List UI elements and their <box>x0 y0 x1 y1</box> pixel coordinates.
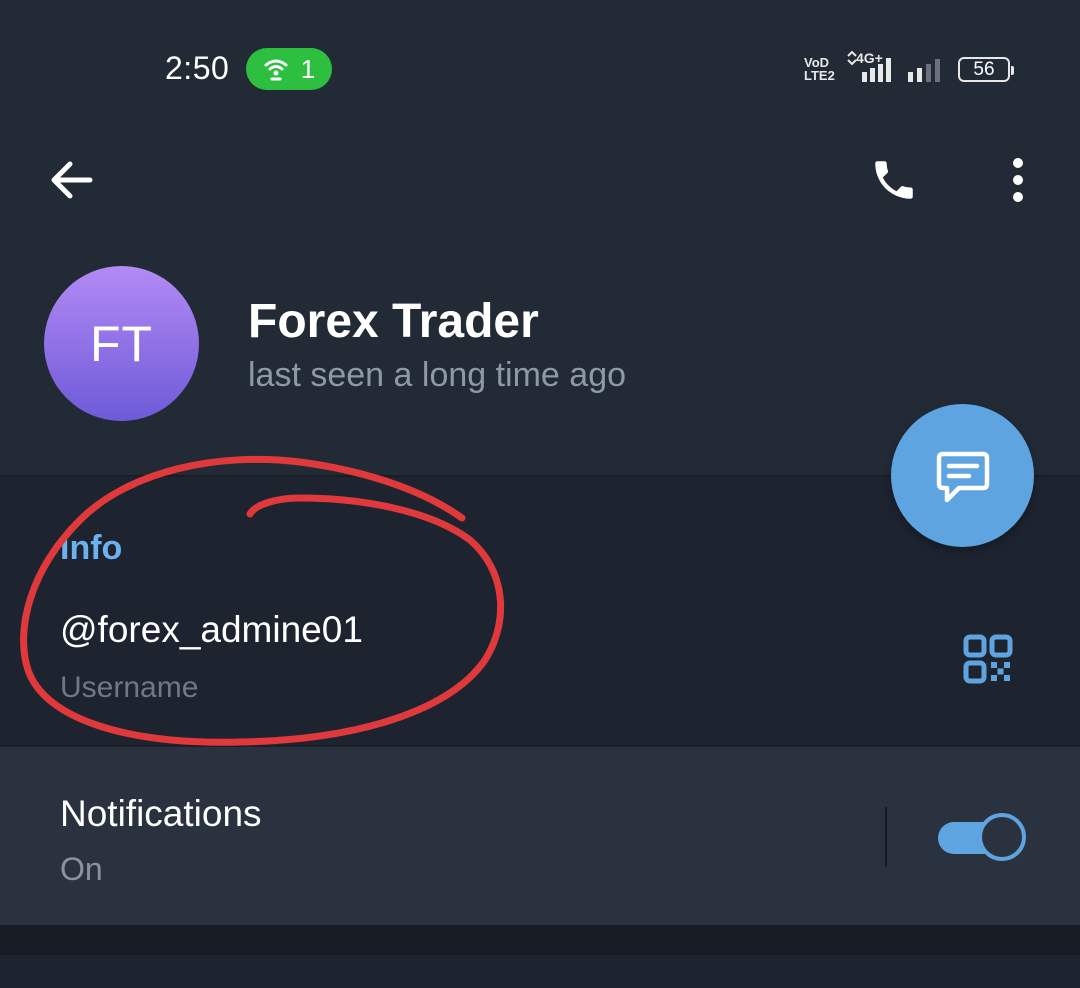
call-button[interactable] <box>866 152 922 208</box>
notifications-state: On <box>60 851 103 887</box>
last-seen-status: last seen a long time ago <box>248 356 627 394</box>
avatar[interactable]: FT <box>44 266 199 421</box>
section-title-info: Info <box>60 529 123 567</box>
profile-name: Forex Trader <box>248 295 539 348</box>
notifications-title: Notifications <box>60 793 262 834</box>
arrow-left-icon <box>51 161 93 199</box>
battery-indicator: 56 <box>958 57 1014 82</box>
username-label: Username <box>60 671 199 704</box>
signal-4g-indicator: 4G+ <box>846 50 898 89</box>
username-value[interactable]: @forex_admine01 <box>60 609 363 651</box>
volte-indicator: VoD LTE2 <box>804 56 835 82</box>
section-divider <box>0 925 1080 955</box>
clock: 2:50 <box>165 50 230 86</box>
hotspot-count: 1 <box>300 53 316 84</box>
notifications-row[interactable]: Notifications On <box>0 745 1080 925</box>
profile-screen: 2:50 1 VoD LTE2 4G+ 56 FT Forex Trader l… <box>0 0 1080 988</box>
signal-bars-2-icon <box>908 59 940 82</box>
signal-4g-label: 4G+ <box>856 50 883 66</box>
message-icon <box>936 451 989 502</box>
toggle-knob <box>978 813 1026 861</box>
volte-label-bottom: LTE2 <box>804 68 835 83</box>
avatar-initials: FT <box>89 315 154 372</box>
send-message-button[interactable] <box>891 404 1034 547</box>
row-divider <box>885 807 887 867</box>
qr-code-button[interactable] <box>958 629 1018 689</box>
hotspot-indicator[interactable]: 1 <box>246 48 332 90</box>
next-section <box>0 955 1080 988</box>
more-options-button[interactable] <box>998 152 1038 208</box>
hotspot-icon <box>264 59 288 81</box>
more-vertical-icon <box>1013 158 1023 202</box>
battery-level: 56 <box>973 58 995 80</box>
phone-icon <box>875 161 913 199</box>
qr-code-icon <box>963 634 1013 684</box>
notifications-toggle[interactable] <box>938 813 1026 863</box>
back-button[interactable] <box>46 155 96 205</box>
status-bar: 2:50 1 VoD LTE2 4G+ 56 <box>0 0 1080 120</box>
